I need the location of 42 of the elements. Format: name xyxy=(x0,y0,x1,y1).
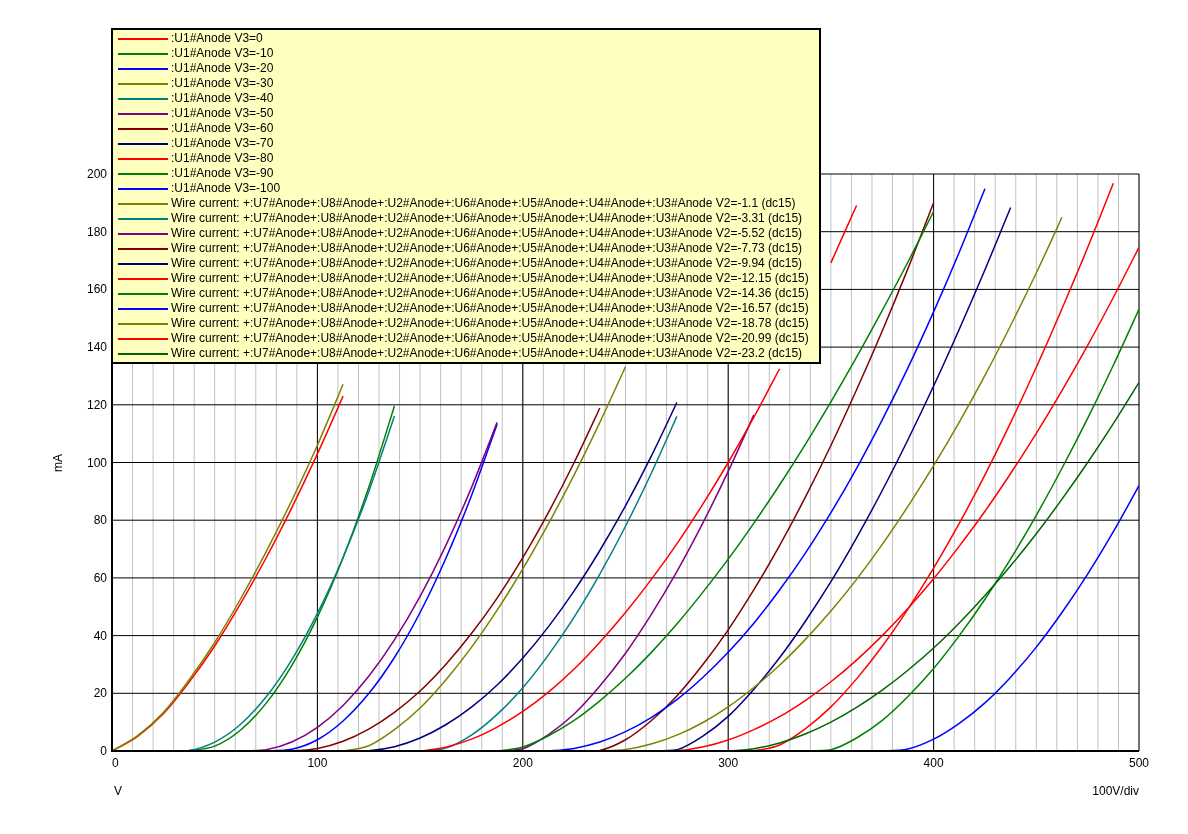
y-tick-label: 0 xyxy=(100,744,107,758)
x-tick-label: 400 xyxy=(923,756,944,770)
legend-label: :U1#Anode V3=-80 xyxy=(171,151,274,166)
y-tick-label: 200 xyxy=(86,167,107,181)
y-tick-label: 140 xyxy=(86,340,107,355)
legend-label: Wire current: +:U7#Anode+:U8#Anode+:U2#Anode+:U6#Anode+:U5#Anode+:U4#Anode+:U3#Anode V2=-3.31 (dc15) xyxy=(171,211,803,226)
x-tick-label: 500 xyxy=(1129,756,1149,770)
legend-label: :U1#Anode V3=0 xyxy=(171,31,263,46)
y-tick-label: 40 xyxy=(93,628,107,643)
legend-label: Wire current: +:U7#Anode+:U8#Anode+:U2#Anode+:U6#Anode+:U5#Anode+:U4#Anode+:U3#Anode V2=-18.78 (dc15) xyxy=(171,316,809,331)
legend-label: :U1#Anode V3=-40 xyxy=(171,91,274,106)
legend-label: :U1#Anode V3=-30 xyxy=(171,76,274,91)
scale-label: 100V/div xyxy=(1092,784,1139,798)
x-tick-label: 100 xyxy=(307,756,328,770)
y-axis-title: mA xyxy=(51,454,65,472)
y-tick-label: 180 xyxy=(86,224,107,239)
legend-label: Wire current: +:U7#Anode+:U8#Anode+:U2#Anode+:U6#Anode+:U5#Anode+:U4#Anode+:U3#Anode V2=-12.15 (dc15) xyxy=(171,271,809,286)
legend-label: :U1#Anode V3=-50 xyxy=(171,106,274,121)
legend-label: Wire current: +:U7#Anode+:U8#Anode+:U2#Anode+:U6#Anode+:U5#Anode+:U4#Anode+:U3#Anode V2=-7.73 (dc15) xyxy=(171,241,803,256)
legend-label: :U1#Anode V3=-20 xyxy=(171,61,274,76)
legend-label: :U1#Anode V3=-60 xyxy=(171,121,274,136)
legend-label: :U1#Anode V3=-70 xyxy=(171,136,274,151)
legend-label: Wire current: +:U7#Anode+:U8#Anode+:U2#Anode+:U6#Anode+:U5#Anode+:U4#Anode+:U3#Anode V2=-20.99 (dc15) xyxy=(171,331,809,346)
legend-label: Wire current: +:U7#Anode+:U8#Anode+:U2#Anode+:U6#Anode+:U5#Anode+:U4#Anode+:U3#Anode V2=-5.52 (dc15) xyxy=(171,226,803,241)
x-axis-title: V xyxy=(114,784,122,798)
legend-label: Wire current: +:U7#Anode+:U8#Anode+:U2#Anode+:U6#Anode+:U5#Anode+:U4#Anode+:U3#Anode V2=-14.36 (dc15) xyxy=(171,286,809,301)
legend-label: Wire current: +:U7#Anode+:U8#Anode+:U2#Anode+:U6#Anode+:U5#Anode+:U4#Anode+:U3#Anode V2=-1.1 (dc15) xyxy=(171,196,796,211)
legend-label: :U1#Anode V3=-10 xyxy=(171,46,274,61)
legend-label: Wire current: +:U7#Anode+:U8#Anode+:U2#Anode+:U6#Anode+:U5#Anode+:U4#Anode+:U3#Anode V2=-16.57 (dc15) xyxy=(171,301,809,316)
y-tick-label: 160 xyxy=(86,282,107,297)
legend-label: Wire current: +:U7#Anode+:U8#Anode+:U2#Anode+:U6#Anode+:U5#Anode+:U4#Anode+:U3#Anode V2=-23.2 (dc15) xyxy=(171,346,803,361)
y-tick-label: 120 xyxy=(86,397,107,412)
y-tick-label: 60 xyxy=(93,570,107,585)
y-tick-label: 20 xyxy=(93,686,107,701)
legend-label: Wire current: +:U7#Anode+:U8#Anode+:U2#Anode+:U6#Anode+:U5#Anode+:U4#Anode+:U3#Anode V2=-9.94 (dc15) xyxy=(171,256,803,271)
y-tick-label: 100 xyxy=(86,455,107,470)
legend-label: :U1#Anode V3=-90 xyxy=(171,166,274,181)
y-tick-label: 80 xyxy=(93,513,107,528)
x-tick-label: 0 xyxy=(112,756,119,770)
x-tick-label: 300 xyxy=(718,756,739,770)
x-tick-label: 200 xyxy=(512,756,533,770)
legend-label: :U1#Anode V3=-100 xyxy=(171,181,281,196)
